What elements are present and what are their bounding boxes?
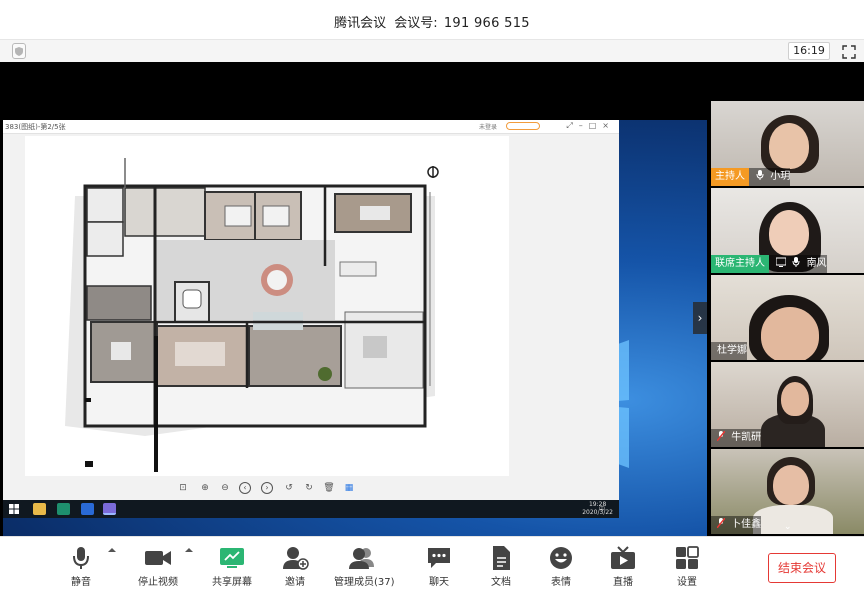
shared-screen[interactable]: 383(图纸)-第2/5张 未登录 ⤢–□× ⊡ ⊕ ⊖ ‹ › ↺ ↻ 🗑 ▦… xyxy=(3,120,707,560)
chevron-right-icon[interactable]: › xyxy=(693,302,707,334)
participant-name: 南风 xyxy=(806,258,827,269)
participant-label: 联席主持人 南风 xyxy=(711,255,827,273)
participant-label: 主持人 小玥 xyxy=(711,168,791,186)
meeting-id: 191 966 515 xyxy=(443,16,530,31)
microphone-icon xyxy=(792,257,800,267)
participant-name: 牛凯研 xyxy=(731,432,762,443)
next-image-icon[interactable]: › xyxy=(261,482,273,494)
mute-button[interactable]: 静音 xyxy=(64,545,98,593)
chevron-down-icon[interactable]: ⌄ xyxy=(784,522,794,532)
chat-label: 聊天 xyxy=(429,577,449,588)
viewer-title: 383(图纸)-第2/5张 xyxy=(5,123,66,131)
taskbar-app-icon[interactable] xyxy=(57,503,70,515)
live-button[interactable]: 直播 xyxy=(606,545,640,593)
chat-button[interactable]: 聊天 xyxy=(422,545,456,593)
share-screen-button[interactable]: 共享屏幕 xyxy=(208,545,256,593)
meeting-clock: 16:19 xyxy=(788,42,830,60)
settings-button[interactable]: 设置 xyxy=(670,545,704,593)
security-shield-icon[interactable] xyxy=(12,43,26,59)
meeting-title: 腾讯会议 会议号: 191 966 515 xyxy=(0,12,864,31)
taskbar-clock: 19:28 2020/3/22 xyxy=(582,501,613,517)
docs-button[interactable]: 文档 xyxy=(484,545,518,593)
add-user-icon xyxy=(283,547,309,570)
taskbar-app-icon[interactable] xyxy=(103,503,116,515)
microphone-icon xyxy=(73,547,89,569)
screen-share-icon xyxy=(220,548,244,568)
chat-icon xyxy=(428,548,450,568)
stop-video-label: 停止视频 xyxy=(138,577,178,588)
delete-icon[interactable]: 🗑 xyxy=(323,482,335,494)
live-label: 直播 xyxy=(613,577,633,588)
mute-label: 静音 xyxy=(71,577,91,588)
participant-name: 小玥 xyxy=(770,171,791,182)
taskbar-date: 2020/3/22 xyxy=(582,509,613,516)
microphone-muted-icon xyxy=(717,431,725,441)
meeting-toolbar: 静音 停止视频 共享屏幕 邀请 管理成员(37) 聊天 文档 表情 直播 设置 … xyxy=(0,536,864,598)
participant-tile[interactable]: 牛凯研 xyxy=(711,362,864,447)
participant-tile[interactable]: 杜学娜 xyxy=(711,275,864,360)
meeting-id-label: 会议号: xyxy=(394,16,438,31)
windows-taskbar: 中 19:28 2020/3/22 xyxy=(3,500,619,518)
invite-label: 邀请 xyxy=(285,577,305,588)
reactions-label: 表情 xyxy=(551,577,571,588)
rotate-right-icon[interactable]: ↻ xyxy=(303,482,315,494)
microphone-icon xyxy=(756,170,764,180)
manage-members-label: 管理成员(37) xyxy=(334,577,395,588)
manage-members-button[interactable]: 管理成员(37) xyxy=(334,545,395,593)
rotate-left-icon[interactable]: ↺ xyxy=(283,482,295,494)
participant-name: 杜学娜 xyxy=(717,345,747,356)
fit-screen-icon[interactable]: ⊡ xyxy=(177,482,189,494)
invite-button[interactable]: 邀请 xyxy=(278,545,312,593)
taskbar-time: 19:28 xyxy=(588,501,607,508)
document-icon xyxy=(493,546,510,570)
tencent-meeting-window: 腾讯会议 会议号: 191 966 515 16:19 383(图纸)-第2/5… xyxy=(0,0,864,598)
viewer-login-tag: 未登录 xyxy=(479,124,498,131)
gallery-grid-icon[interactable]: ▦ xyxy=(343,482,355,494)
participant-label: 杜学娜 xyxy=(711,342,747,360)
cohost-badge: 联席主持人 xyxy=(711,255,769,273)
end-meeting-button[interactable]: 结束会议 xyxy=(768,553,836,583)
participant-label: 卜佳鑫 xyxy=(711,516,762,534)
floor-plan-drawing xyxy=(25,136,509,476)
app-name: 腾讯会议 xyxy=(334,16,387,31)
camera-icon xyxy=(145,551,171,565)
file-explorer-icon[interactable] xyxy=(33,503,46,515)
viewer-titlebar: 383(图纸)-第2/5张 未登录 ⤢–□× xyxy=(3,120,619,134)
viewer-toolbar: ⊡ ⊕ ⊖ ‹ › ↺ ↻ 🗑 ▦ xyxy=(3,478,619,498)
smiley-icon xyxy=(550,547,572,569)
previous-image-icon[interactable]: ‹ xyxy=(239,482,251,494)
chevron-up-icon[interactable] xyxy=(107,545,117,555)
screen-share-icon xyxy=(776,257,787,267)
zoom-out-icon[interactable]: ⊖ xyxy=(219,482,231,494)
docs-label: 文档 xyxy=(491,577,511,588)
reactions-button[interactable]: 表情 xyxy=(544,545,578,593)
participant-tile[interactable]: 联席主持人 南风 xyxy=(711,188,864,273)
info-bar: 16:19 xyxy=(0,40,864,62)
settings-label: 设置 xyxy=(677,577,697,588)
viewer-window-controls: ⤢–□× xyxy=(566,121,615,130)
zoom-in-icon[interactable]: ⊕ xyxy=(199,482,211,494)
stop-video-button[interactable]: 停止视频 xyxy=(134,545,182,593)
participant-name: 卜佳鑫 xyxy=(731,519,762,530)
participant-label: 牛凯研 xyxy=(711,429,762,447)
grid-settings-icon xyxy=(676,546,699,569)
share-screen-label: 共享屏幕 xyxy=(212,577,252,588)
participant-tile[interactable]: 主持人 小玥 xyxy=(711,101,864,186)
title-bar: 腾讯会议 会议号: 191 966 515 xyxy=(0,0,864,40)
microphone-muted-icon xyxy=(717,518,725,528)
image-viewer-window: 383(图纸)-第2/5张 未登录 ⤢–□× ⊡ ⊕ ⊖ ‹ › ↺ ↻ 🗑 ▦ xyxy=(3,120,619,500)
chevron-up-icon[interactable] xyxy=(184,545,194,555)
fullscreen-icon[interactable] xyxy=(842,44,856,59)
members-icon xyxy=(349,548,374,569)
host-badge: 主持人 xyxy=(711,168,749,186)
viewer-promo-badge xyxy=(506,122,540,130)
floor-plan-page xyxy=(25,136,509,476)
windows-start-icon[interactable] xyxy=(9,504,19,514)
participant-tile[interactable]: 卜佳鑫 ⌄ xyxy=(711,449,864,534)
taskbar-app-icon[interactable] xyxy=(81,503,94,515)
tv-icon xyxy=(611,546,635,569)
